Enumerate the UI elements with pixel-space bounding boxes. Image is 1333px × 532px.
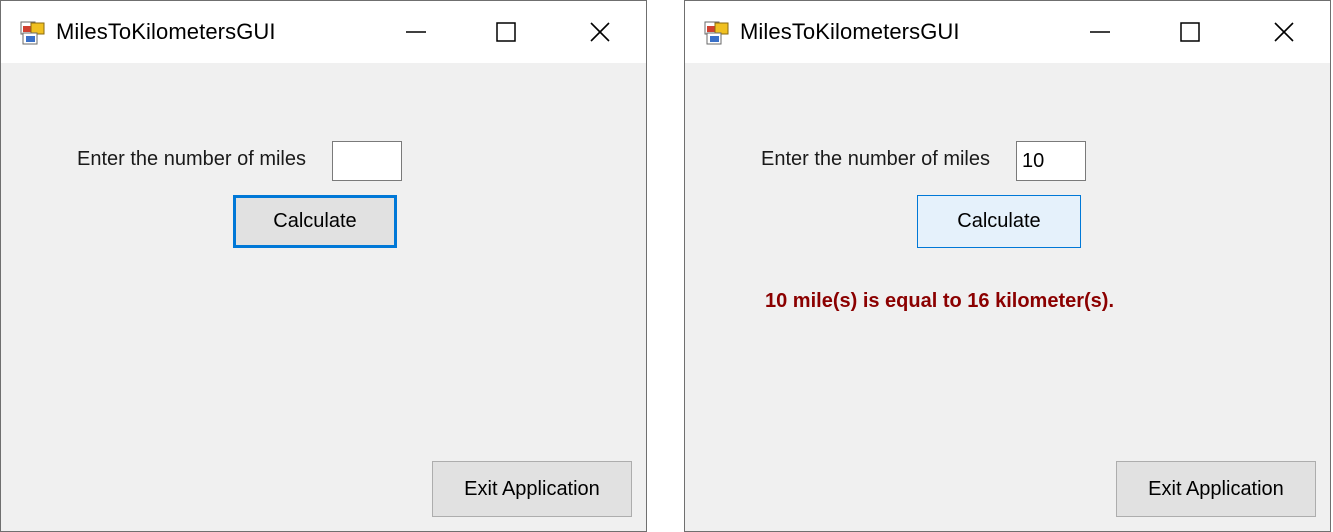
exit-application-button[interactable]: Exit Application [432, 461, 632, 517]
calculate-button[interactable]: Calculate [917, 195, 1081, 248]
minimize-icon [406, 31, 426, 33]
calculate-button[interactable]: Calculate [233, 195, 397, 248]
window-result-state: MilesToKilometersGUI Enter the number of… [684, 0, 1331, 532]
exit-application-button[interactable]: Exit Application [1116, 461, 1316, 517]
maximize-button[interactable] [483, 11, 529, 53]
app-window-icon [704, 21, 730, 45]
minimize-button[interactable] [1077, 11, 1123, 53]
form-client-area: Enter the number of miles Calculate Exit… [1, 63, 646, 531]
miles-input[interactable] [1016, 141, 1086, 181]
maximize-icon [1180, 22, 1200, 42]
close-button[interactable] [577, 11, 623, 53]
maximize-icon [496, 22, 516, 42]
window-title: MilesToKilometersGUI [56, 19, 276, 44]
window-title: MilesToKilometersGUI [740, 19, 960, 44]
app-window-icon [20, 21, 46, 45]
result-label: 10 mile(s) is equal to 16 kilometer(s). [765, 290, 1115, 312]
title-bar[interactable]: MilesToKilometersGUI [1, 1, 646, 63]
miles-input[interactable] [332, 141, 402, 181]
miles-prompt-label: Enter the number of miles [77, 148, 306, 170]
minimize-icon [1090, 31, 1110, 33]
window-initial-state: MilesToKilometersGUI Enter the number of… [0, 0, 647, 532]
miles-prompt-label: Enter the number of miles [761, 148, 990, 170]
form-client-area: Enter the number of miles Calculate 10 m… [685, 63, 1330, 531]
maximize-button[interactable] [1167, 11, 1213, 53]
title-bar[interactable]: MilesToKilometersGUI [685, 1, 1330, 63]
close-icon [1274, 22, 1294, 42]
close-button[interactable] [1261, 11, 1307, 53]
minimize-button[interactable] [393, 11, 439, 53]
close-icon [590, 22, 610, 42]
